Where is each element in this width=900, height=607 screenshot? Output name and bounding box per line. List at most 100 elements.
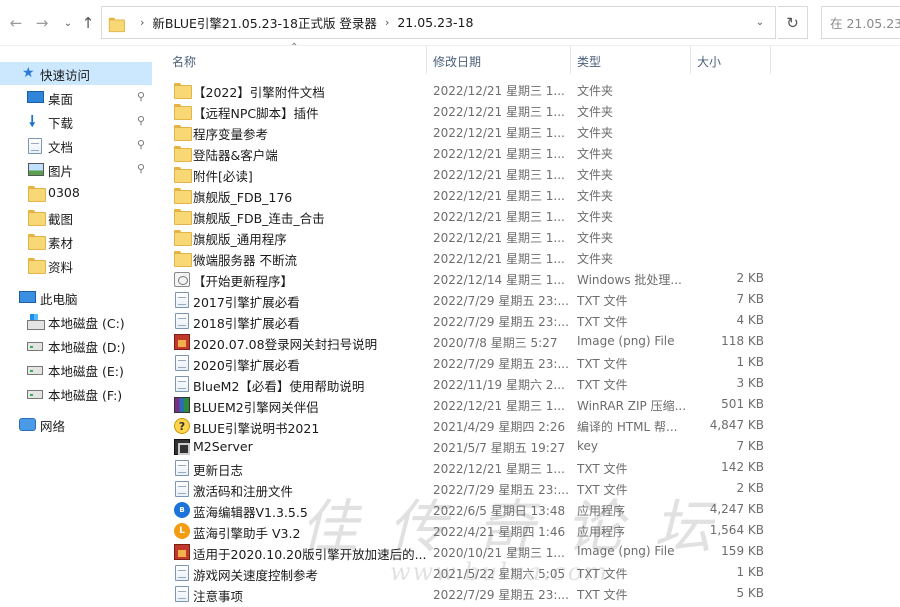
file-row[interactable]: 游戏网关速度控制参考 2021/5/22 星期六 5:05 TXT 文件 1 KB (167, 562, 892, 583)
sidebar-item-quick-access[interactable]: ★ 快速访问 (0, 62, 152, 85)
sidebar-label: 文档 (48, 140, 74, 155)
file-row[interactable]: 2018引擎扩展必看 2022/7/29 星期五 23:... TXT 文件 4 KB (167, 310, 892, 331)
pin-icon[interactable]: ⚲ (137, 162, 145, 175)
pin-icon[interactable]: ⚲ (137, 114, 145, 127)
folder-icon (174, 103, 192, 120)
pin-icon[interactable]: ⚲ (137, 90, 145, 103)
recent-locations-chevron-icon[interactable]: ⌄ (58, 12, 78, 34)
sidebar-label: 资料 (48, 260, 74, 275)
address-dropdown-icon[interactable]: ⌄ (745, 7, 775, 38)
file-row[interactable]: 登陆器&客户端 2022/12/21 星期三 1... 文件夹 (167, 142, 892, 163)
file-type: 编译的 HTML 帮... (577, 420, 678, 434)
address-bar[interactable]: › 新BLUE引擎21.05.23-18正式版 登录器 › 21.05.23-1… (101, 6, 776, 39)
folder-icon (28, 234, 46, 250)
file-name: 游戏网关速度控制参考 (193, 568, 319, 583)
file-row[interactable]: ? BLUE引擎说明书2021 2021/4/29 星期四 2:26 编译的 HTML… (167, 415, 892, 436)
file-row[interactable]: 程序变量参考 2022/12/21 星期三 1... 文件夹 (167, 121, 892, 142)
file-row[interactable]: 微端服务器 不断流 2022/12/21 星期三 1... 文件夹 (167, 247, 892, 268)
file-row[interactable]: 附件[必读] 2022/12/21 星期三 1... 文件夹 (167, 163, 892, 184)
file-size: 5 KB (736, 586, 764, 600)
file-row[interactable]: 旗舰版_通用程序 2022/12/21 星期三 1... 文件夹 (167, 226, 892, 247)
sidebar-item-desktop[interactable]: 桌面 ⚲ (0, 86, 152, 109)
file-row[interactable]: BLUEM2引擎网关伴侣 2022/12/21 星期三 1... WinRAR ZI… (167, 394, 892, 415)
folder-icon (174, 124, 192, 141)
column-header-date[interactable]: 修改日期 (433, 53, 481, 70)
sidebar-item-folder[interactable]: 0308 (0, 182, 152, 205)
sort-ascending-icon: ⌃ (290, 42, 299, 53)
sidebar-item-network[interactable]: 网络 (0, 413, 152, 436)
file-row[interactable]: 旗舰版_FDB_连击_合击 2022/12/21 星期三 1... 文件夹 (167, 205, 892, 226)
file-row[interactable]: 旗舰版_FDB_176 2022/12/21 星期三 1... 文件夹 (167, 184, 892, 205)
file-row[interactable]: 适用于2020.10.20版引擎开放加速后的... 2020/10/21 星期三 … (167, 541, 892, 562)
file-row[interactable]: BlueM2【必看】使用帮助说明 2022/11/19 星期六 2... TXT 文… (167, 373, 892, 394)
file-date: 2021/5/22 星期六 5:05 (433, 567, 566, 581)
file-name: 旗舰版_FDB_176 (193, 190, 293, 205)
drive-icon (27, 338, 43, 353)
sidebar-item-drive-d[interactable]: 本地磁盘 (D:) (0, 334, 152, 357)
forward-arrow-icon[interactable]: → (32, 12, 52, 34)
sidebar-label: 网络 (40, 419, 66, 434)
file-row[interactable]: 2017引擎扩展必看 2022/7/29 星期五 23:... TXT 文件 7 KB (167, 289, 892, 310)
application-icon: L (174, 523, 190, 539)
desktop-icon (27, 90, 44, 105)
column-header-name[interactable]: 名称 (172, 53, 196, 70)
sidebar-item-drive-f[interactable]: 本地磁盘 (F:) (0, 382, 152, 405)
sidebar-item-folder[interactable]: 素材 (0, 230, 152, 253)
column-divider[interactable] (570, 46, 571, 74)
file-date: 2022/12/21 星期三 1... (433, 168, 565, 182)
file-row[interactable]: 【远程NPC脚本】插件 2022/12/21 星期三 1... 文件夹 (167, 100, 892, 121)
column-divider[interactable] (426, 46, 427, 74)
file-row[interactable]: 【开始更新程序】 2022/12/14 星期三 1... Windows 批处理..… (167, 268, 892, 289)
folder-icon (174, 250, 192, 267)
file-row[interactable]: 更新日志 2022/12/21 星期三 1... TXT 文件 142 KB (167, 457, 892, 478)
folder-icon (28, 210, 46, 226)
column-divider[interactable] (770, 46, 771, 74)
breadcrumb-item[interactable]: 21.05.23-18 (397, 15, 473, 30)
file-date: 2022/12/21 星期三 1... (433, 105, 565, 119)
file-type: TXT 文件 (577, 315, 628, 329)
file-size: 142 KB (721, 460, 764, 474)
sidebar-item-folder[interactable]: 资料 (0, 254, 152, 277)
column-header-size[interactable]: 大小 (697, 53, 721, 70)
download-icon: 🠗 (29, 112, 36, 130)
file-type: Image (png) File (577, 544, 675, 558)
breadcrumb-chevron-icon[interactable]: › (140, 16, 144, 29)
file-row[interactable]: L 蓝海引擎助手 V3.2 2022/4/21 星期四 1:46 应用程序 1,564 … (167, 520, 892, 541)
sidebar-item-downloads[interactable]: 🠗 下载 ⚲ (0, 110, 152, 133)
sidebar-item-documents[interactable]: 文档 ⚲ (0, 134, 152, 157)
column-header-type[interactable]: 类型 (577, 53, 601, 70)
file-date: 2022/6/5 星期日 13:48 (433, 504, 566, 518)
file-size: 2 KB (736, 271, 764, 285)
folder-icon (174, 166, 192, 183)
file-row[interactable]: 注意事项 2022/7/29 星期五 23:... TXT 文件 5 KB (167, 583, 892, 604)
sidebar-item-folder[interactable]: 截图 (0, 206, 152, 229)
file-name: 注意事项 (193, 589, 244, 604)
breadcrumb-chevron-icon[interactable]: › (385, 16, 389, 29)
file-row[interactable]: M2Server 2021/5/7 星期五 19:27 key 7 KB (167, 436, 892, 457)
refresh-icon[interactable]: ↻ (778, 6, 808, 39)
file-row[interactable]: 激活码和注册文件 2022/7/29 星期五 23:... TXT 文件 2 KB (167, 478, 892, 499)
folder-icon (174, 229, 192, 246)
file-name: 程序变量参考 (193, 127, 269, 142)
up-arrow-icon[interactable]: ↑ (78, 12, 98, 34)
file-row[interactable]: 【2022】引擎附件文档 2022/12/21 星期三 1... 文件夹 (167, 79, 892, 100)
search-input[interactable]: 在 21.05.23-18 中搜索 (821, 6, 900, 39)
file-name: 【远程NPC脚本】插件 (193, 106, 319, 121)
back-arrow-icon[interactable]: ← (6, 12, 26, 34)
sidebar-item-drive-e[interactable]: 本地磁盘 (E:) (0, 358, 152, 381)
sidebar-label: 本地磁盘 (D:) (48, 340, 126, 355)
sidebar-item-pictures[interactable]: 图片 ⚲ (0, 158, 152, 181)
breadcrumb-item[interactable]: 新BLUE引擎21.05.23-18正式版 登录器 (152, 13, 377, 32)
sidebar-item-this-pc[interactable]: 此电脑 (0, 286, 152, 309)
file-date: 2022/12/21 星期三 1... (433, 462, 565, 476)
file-row[interactable]: 2020引擎扩展必看 2022/7/29 星期五 23:... TXT 文件 1 KB (167, 352, 892, 373)
pin-icon[interactable]: ⚲ (137, 138, 145, 151)
file-type: 文件夹 (577, 231, 614, 245)
file-row[interactable]: B 蓝海编辑器V1.3.5.5 2022/6/5 星期日 13:48 应用程序 4,24… (167, 499, 892, 520)
file-row[interactable]: 2020.07.08登录网关封扫号说明 2020/7/8 星期三 5:27 Imag… (167, 331, 892, 352)
computer-icon (19, 290, 36, 305)
file-date: 2021/5/7 星期五 19:27 (433, 441, 566, 455)
file-date: 2022/12/14 星期三 1... (433, 273, 565, 287)
column-divider[interactable] (690, 46, 691, 74)
sidebar-item-drive-c[interactable]: 本地磁盘 (C:) (0, 310, 152, 333)
